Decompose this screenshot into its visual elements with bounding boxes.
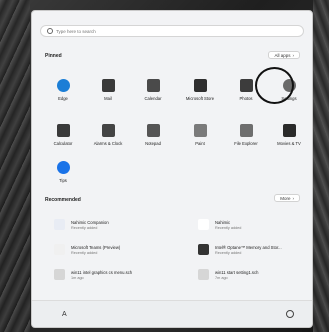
pinned-app[interactable]: Alarms & Clock (87, 124, 129, 146)
recommended-item-title: Nahimic Companion (71, 219, 109, 225)
chevron-right-icon: › (292, 52, 295, 58)
intel-icon (198, 244, 209, 255)
recommended-item-subtitle: Recently added (215, 225, 242, 230)
all-apps-label: All apps (274, 52, 291, 58)
recommended-item-title: Microsoft Teams (Preview) (71, 244, 121, 250)
search-input[interactable] (56, 28, 256, 34)
clock-icon (101, 124, 115, 137)
all-apps-button[interactable]: All apps › (268, 51, 300, 59)
search-icon (47, 28, 53, 34)
pinned-app[interactable]: Tips (42, 161, 84, 183)
pinned-app[interactable]: Notepad (132, 124, 174, 146)
notepad-icon (146, 124, 160, 137)
recommended-item-subtitle: Recently added (215, 250, 242, 255)
recommended-item[interactable]: Nahimic Companion Recently added (54, 219, 109, 230)
more-label: More (280, 195, 291, 201)
recommended-item[interactable]: Nahimic Recently added (198, 219, 241, 230)
desktop-wallpaper-left (0, 0, 30, 332)
start-menu: Pinned All apps › Edge Mail Calendar Micros… (31, 10, 313, 328)
teams-icon (54, 244, 65, 255)
nahimic-companion-icon (54, 219, 65, 230)
user-avatar-icon[interactable]: A (62, 311, 67, 318)
chevron-right-icon: › (292, 195, 295, 201)
pinned-app-label: Notepad (145, 141, 161, 146)
recommended-item-title: Nahimic (215, 219, 231, 225)
recommended-item-title: Intel® Optane™ Memory and Stor... (215, 244, 282, 250)
more-button[interactable]: More › (274, 194, 300, 202)
pinned-app[interactable]: Movies & TV (268, 124, 310, 146)
movies-icon (282, 124, 296, 137)
calculator-icon (56, 124, 70, 137)
recommended-item[interactable]: win11 start setting1.sch 7m ago (198, 269, 258, 280)
file-icon (54, 269, 65, 280)
pinned-app-label: File Explorer (234, 141, 258, 146)
mail-icon (101, 79, 115, 92)
recommended-item-subtitle: 7m ago (215, 275, 228, 280)
pinned-app-label: Microsoft Store (185, 96, 215, 101)
pinned-app[interactable]: Calculator (42, 124, 84, 146)
recommended-title: Recommended (45, 197, 81, 203)
folder-icon (239, 124, 253, 137)
recommended-item-subtitle: Recently added (71, 225, 98, 230)
paint-icon (193, 124, 207, 137)
desktop-wallpaper-right (313, 0, 329, 332)
store-icon (193, 79, 207, 92)
pinned-app[interactable]: Calendar (132, 79, 174, 101)
pinned-app[interactable]: Paint (179, 124, 221, 146)
pinned-app-label: Edge (58, 96, 68, 101)
recommended-item[interactable]: win11 intel graphics cs menu.sch 1m ago (54, 269, 132, 280)
recommended-item-title: win11 start setting1.sch (215, 269, 259, 275)
pinned-app-label: Calendar (144, 96, 162, 101)
recommended-item-subtitle: Recently added (71, 250, 98, 255)
pinned-app[interactable]: Microsoft Store (179, 79, 221, 101)
pinned-app-label: Tips (59, 178, 67, 183)
pinned-app[interactable]: Edge (42, 79, 84, 101)
recommended-item[interactable]: Intel® Optane™ Memory and Stor... Recentl… (198, 244, 282, 255)
pinned-title: Pinned (45, 53, 62, 59)
edge-icon (56, 79, 70, 92)
pinned-app[interactable]: File Explorer (225, 124, 267, 146)
start-footer: A (32, 300, 312, 327)
tips-icon (56, 161, 70, 174)
recommended-item-subtitle: 1m ago (71, 275, 84, 280)
pinned-app-label: Calculator (53, 141, 73, 146)
search-box[interactable] (40, 25, 304, 37)
recommended-item[interactable]: Microsoft Teams (Preview) Recently added (54, 244, 120, 255)
pinned-app-label: Alarms & Clock (93, 141, 123, 146)
nahimic-icon (198, 219, 209, 230)
pinned-app[interactable]: Mail (87, 79, 129, 101)
file-icon (198, 269, 209, 280)
calendar-icon (146, 79, 160, 92)
photos-icon (239, 79, 253, 92)
power-icon[interactable] (286, 310, 294, 318)
pinned-app-label: Paint (195, 141, 205, 146)
recommended-item-title: win11 intel graphics cs menu.sch (71, 269, 133, 275)
highlight-circle-annotation (255, 67, 294, 104)
pinned-app-label: Movies & TV (277, 141, 301, 146)
pinned-app-label: Mail (104, 96, 112, 101)
